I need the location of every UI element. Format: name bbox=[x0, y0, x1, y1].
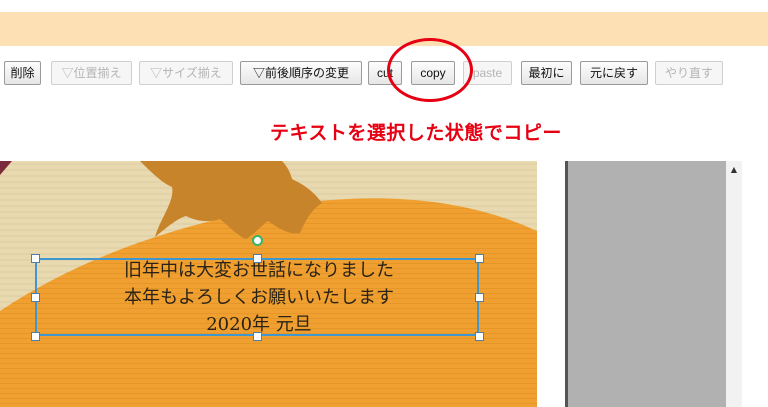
scrollbar[interactable] bbox=[726, 161, 742, 407]
resize-handle-bottom-right[interactable] bbox=[475, 332, 484, 341]
undo-button[interactable]: 元に戻す bbox=[580, 61, 648, 85]
resize-handle-top-right[interactable] bbox=[475, 254, 484, 263]
resize-handle-bottom-left[interactable] bbox=[31, 332, 40, 341]
resize-handle-bottom[interactable] bbox=[253, 332, 262, 341]
rotate-handle[interactable] bbox=[252, 235, 263, 246]
selection-box[interactable] bbox=[35, 258, 479, 336]
align-position-button[interactable]: ▽位置揃え bbox=[51, 61, 132, 85]
card-canvas[interactable]: 旧年中は大変お世話になりました 本年もよろしくお願いいたします 2020年 元旦 bbox=[0, 161, 537, 407]
resize-handle-right[interactable] bbox=[475, 293, 484, 302]
redo-button[interactable]: やり直す bbox=[655, 61, 723, 85]
to-first-button[interactable]: 最初に bbox=[521, 61, 572, 85]
side-panel bbox=[565, 161, 726, 407]
annotation-circle bbox=[387, 38, 473, 102]
resize-handle-top[interactable] bbox=[253, 254, 262, 263]
resize-handle-top-left[interactable] bbox=[31, 254, 40, 263]
change-order-button[interactable]: ▽前後順序の変更 bbox=[240, 61, 362, 85]
annotation-text: テキストを選択した状態でコピー bbox=[270, 122, 562, 144]
align-size-button[interactable]: ▽サイズ揃え bbox=[139, 61, 233, 85]
resize-handle-left[interactable] bbox=[31, 293, 40, 302]
triangle-up-icon[interactable]: ▲ bbox=[726, 162, 742, 178]
top-banner bbox=[0, 12, 768, 46]
delete-button[interactable]: 削除 bbox=[4, 61, 41, 85]
